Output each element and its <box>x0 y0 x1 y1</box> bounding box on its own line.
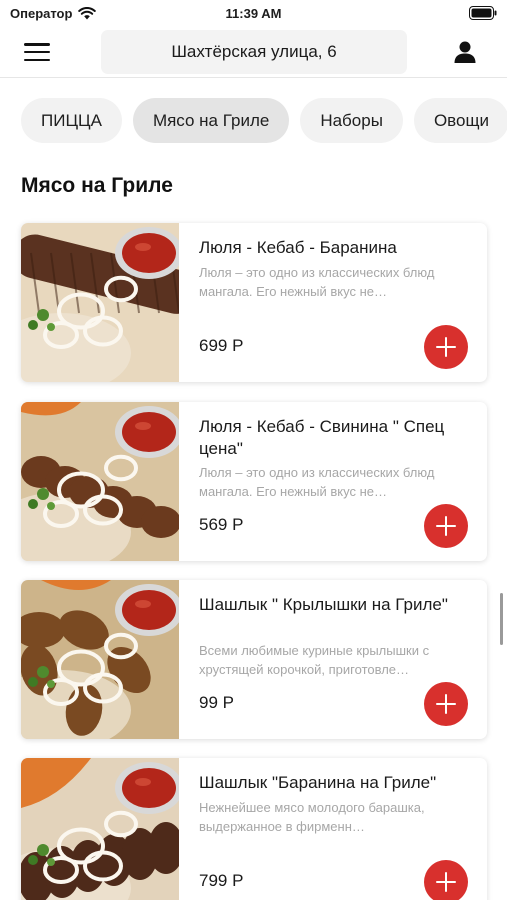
app-header: Шахтёрская улица, 6 <box>0 28 507 78</box>
product-description: Люля – это одно из классических блюд ман… <box>199 265 435 299</box>
product-photo <box>21 758 179 900</box>
category-tabs: ПИЦЦА Мясо на Гриле Наборы Овощи <box>0 98 507 144</box>
status-bar: Оператор 11:39 AM <box>0 0 507 28</box>
product-price: 99 Р <box>199 693 234 712</box>
person-icon[interactable] <box>453 40 477 64</box>
add-to-cart-plus-icon[interactable] <box>424 860 468 900</box>
product-title: Люля - Кебаб - Свинина " Спец цена" <box>199 417 445 458</box>
product-photo <box>21 402 179 561</box>
section-title: Мясо на Гриле <box>21 174 173 197</box>
tab-category[interactable]: Овощи <box>413 98 507 143</box>
delivery-address-label: Шахтёрская улица, 6 <box>171 42 337 61</box>
hamburger-menu-icon[interactable] <box>24 41 50 63</box>
product-title: Люля - Кебаб - Баранина <box>199 238 397 257</box>
tab-category[interactable]: Мясо на Гриле <box>132 98 290 143</box>
scrollbar[interactable] <box>500 593 503 645</box>
product-title: Шашлык "Баранина на Гриле" <box>199 773 437 792</box>
product-description: Всеми любимые куриные крылышки с хрустящ… <box>199 643 430 677</box>
product-photo <box>21 580 179 739</box>
status-time: 11:39 AM <box>225 6 282 21</box>
product-card[interactable]: Шашлык " Крылышки на Гриле" Всеми любимые… <box>21 580 487 739</box>
tab-category[interactable]: Наборы <box>300 98 403 143</box>
product-card[interactable]: Люля - Кебаб - Свинина " Спец цена" Люля … <box>21 402 487 561</box>
product-description: Нежнейшее мясо молодого барашка, выдержа… <box>199 800 425 834</box>
product-price: 569 Р <box>199 515 244 534</box>
product-card[interactable]: Шашлык "Баранина на Гриле" Нежнейшее мясо… <box>21 758 487 900</box>
product-price: 799 Р <box>199 871 244 890</box>
product-description: Люля – это одно из классических блюд ман… <box>199 465 435 499</box>
delivery-address-button[interactable]: Шахтёрская улица, 6 <box>101 30 407 74</box>
tab-category[interactable]: ПИЦЦА <box>21 98 122 143</box>
battery-icon <box>469 6 497 20</box>
product-price: 699 Р <box>199 336 244 355</box>
product-title: Шашлык " Крылышки на Гриле" <box>199 595 448 614</box>
add-to-cart-plus-icon[interactable] <box>424 504 468 548</box>
product-photo <box>21 223 179 382</box>
add-to-cart-plus-icon[interactable] <box>424 682 468 726</box>
add-to-cart-plus-icon[interactable] <box>424 325 468 369</box>
product-card[interactable]: Люля - Кебаб - Баранина Люля – это одно и… <box>21 223 487 382</box>
